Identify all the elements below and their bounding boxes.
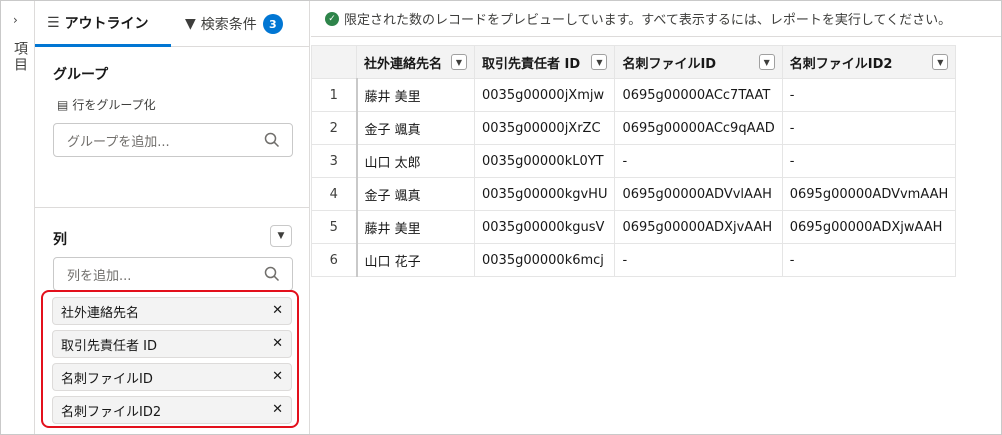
group-section-title: グループ xyxy=(53,67,109,83)
table-cell: 金子 颯真 xyxy=(355,177,475,211)
chevron-down-icon[interactable]: ▼ xyxy=(451,54,467,70)
table-row: 6 山口 花子 0035g00000k6mcj - - xyxy=(311,243,957,277)
section-divider xyxy=(35,207,310,208)
table-cell: 0695g00000ACc9qAAD xyxy=(614,111,783,145)
preview-table: 社外連絡先名 ▼ 取引先責任者 ID ▼ 名刺ファイルID ▼ 名刺ファイルID… xyxy=(311,45,957,277)
outline-panel: ☰ アウトライン ▼ 検索条件 3 グループ ▤ 行をグループ化 グループを追加… xyxy=(35,1,310,434)
preview-notice-text: 限定された数のレコードをプレビューしています。すべて表示するには、レポートを実行… xyxy=(344,13,952,28)
table-row: 3 山口 太郎 0035g00000kL0YT - - xyxy=(311,144,957,178)
success-check-icon: ✓ xyxy=(325,11,339,26)
close-icon[interactable]: ✕ xyxy=(272,402,283,417)
chevron-down-icon[interactable]: ▼ xyxy=(758,54,775,70)
panel-tabs: ☰ アウトライン ▼ 検索条件 3 xyxy=(35,1,310,47)
close-icon[interactable]: ✕ xyxy=(272,303,283,318)
table-cell: 金子 颯真 xyxy=(355,111,475,145)
table-cell: 0035g00000k6mcj xyxy=(473,243,616,277)
row-number: 6 xyxy=(311,243,357,277)
column-pill-label: 社外連絡先名 xyxy=(61,305,140,321)
table-row: 1 藤井 美里 0035g00000jXmjw 0695g00000ACc7TA… xyxy=(311,78,957,112)
column-header-label: 名刺ファイルID xyxy=(622,56,717,72)
table-row: 5 藤井 美里 0035g00000kgusV 0695g00000ADXjvA… xyxy=(311,210,957,244)
column-pill-label: 名刺ファイルID2 xyxy=(61,404,162,420)
row-group-icon: ▤ xyxy=(57,97,69,112)
column-pill[interactable]: 名刺ファイルID2 ✕ xyxy=(52,396,292,424)
column-header[interactable]: 名刺ファイルID2 ▼ xyxy=(781,45,957,79)
table-cell: - xyxy=(781,78,957,112)
search-icon xyxy=(264,266,280,282)
column-pill-label: 取引先責任者 ID xyxy=(61,338,157,354)
column-pill-label: 名刺ファイルID xyxy=(61,371,153,387)
table-cell: 0035g00000jXrZC xyxy=(473,111,616,145)
column-header[interactable]: 取引先責任者 ID ▼ xyxy=(473,45,616,79)
preview-notice: ✓ 限定された数のレコードをプレビューしています。すべて表示するには、レポートを… xyxy=(311,1,1001,37)
add-group-placeholder: グループを追加... xyxy=(67,134,170,150)
row-group-text: 行をグループ化 xyxy=(72,98,156,112)
table-cell: 藤井 美里 xyxy=(355,78,475,112)
table-cell: 0035g00000jXmjw xyxy=(473,78,616,112)
add-column-input[interactable]: 列を追加... xyxy=(53,257,293,291)
table-cell: - xyxy=(614,144,783,178)
add-column-placeholder: 列を追加... xyxy=(67,268,132,284)
table-cell: 0695g00000ACc7TAAT xyxy=(614,78,783,112)
column-header-label: 社外連絡先名 xyxy=(364,56,443,72)
table-cell: 0035g00000kgvHU xyxy=(473,177,616,211)
columns-menu-button[interactable]: ▼ xyxy=(270,225,292,247)
table-row: 4 金子 颯真 0035g00000kgvHU 0695g00000ADVvlA… xyxy=(311,177,957,211)
row-number: 5 xyxy=(311,210,357,244)
column-header-label: 名刺ファイルID2 xyxy=(789,56,893,72)
table-cell: 0695g00000ADVvlAAH xyxy=(614,177,783,211)
table-cell: - xyxy=(781,111,957,145)
column-pill[interactable]: 社外連絡先名 ✕ xyxy=(52,297,292,325)
chevron-down-icon: ▼ xyxy=(277,231,285,241)
table-cell: 0035g00000kL0YT xyxy=(473,144,616,178)
table-cell: 0695g00000ADXjvAAH xyxy=(614,210,783,244)
table-cell: 藤井 美里 xyxy=(355,210,475,244)
list-icon: ☰ xyxy=(47,14,60,31)
tab-filters[interactable]: ▼ 検索条件 3 xyxy=(185,1,310,47)
table-cell: 0695g00000ADVvmAAH xyxy=(781,177,957,211)
fields-rail-label: 項目 xyxy=(12,41,28,73)
table-header-row: 社外連絡先名 ▼ 取引先責任者 ID ▼ 名刺ファイルID ▼ 名刺ファイルID… xyxy=(311,45,957,79)
row-number-header xyxy=(311,45,357,79)
table-cell: - xyxy=(614,243,783,277)
chevron-right-icon[interactable]: › xyxy=(13,13,18,27)
columns-section-title: 列 xyxy=(53,232,67,248)
tab-outline[interactable]: ☰ アウトライン xyxy=(35,1,171,47)
column-header[interactable]: 社外連絡先名 ▼ xyxy=(356,45,475,79)
row-number: 2 xyxy=(311,111,357,145)
column-pill[interactable]: 名刺ファイルID ✕ xyxy=(52,363,292,391)
filter-icon: ▼ xyxy=(185,16,196,32)
row-number: 3 xyxy=(311,144,357,178)
tab-filters-label: 検索条件 xyxy=(200,17,257,33)
table-cell: - xyxy=(781,144,957,178)
table-cell: 0035g00000kgusV xyxy=(473,210,616,244)
column-pill[interactable]: 取引先責任者 ID ✕ xyxy=(52,330,292,358)
search-icon xyxy=(264,132,280,148)
row-group-label: ▤ 行をグループ化 xyxy=(57,96,156,113)
chevron-down-icon[interactable]: ▼ xyxy=(932,54,949,70)
column-header[interactable]: 名刺ファイルID ▼ xyxy=(614,45,783,79)
close-icon[interactable]: ✕ xyxy=(272,369,283,384)
table-cell: 山口 花子 xyxy=(355,243,475,277)
chevron-down-icon[interactable]: ▼ xyxy=(591,54,608,70)
report-preview: ✓ 限定された数のレコードをプレビューしています。すべて表示するには、レポートを… xyxy=(311,1,1001,434)
row-number: 4 xyxy=(311,177,357,211)
table-cell: - xyxy=(781,243,957,277)
fields-rail[interactable]: › 項目 xyxy=(1,1,35,434)
table-cell: 山口 太郎 xyxy=(355,144,475,178)
tab-outline-label: アウトライン xyxy=(64,15,149,32)
table-cell: 0695g00000ADXjwAAH xyxy=(781,210,957,244)
add-group-input[interactable]: グループを追加... xyxy=(53,123,293,157)
close-icon[interactable]: ✕ xyxy=(272,336,283,351)
column-header-label: 取引先責任者 ID xyxy=(482,56,581,72)
row-number: 1 xyxy=(311,78,357,112)
table-row: 2 金子 颯真 0035g00000jXrZC 0695g00000ACc9qA… xyxy=(311,111,957,145)
filter-count-badge: 3 xyxy=(262,14,283,34)
